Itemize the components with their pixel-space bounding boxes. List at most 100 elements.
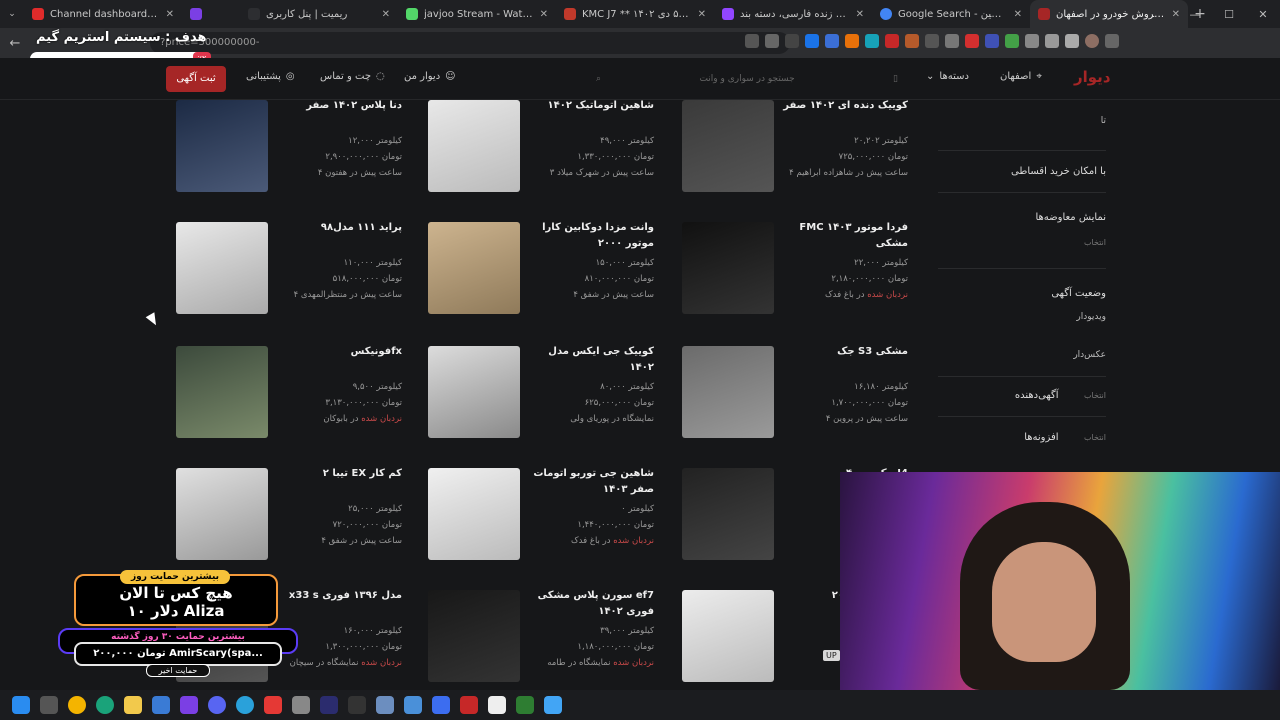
listing-card[interactable]: دنا پلاس ۱۴۰۲ صفر ۱۲,۰۰۰ کیلومتر ۲,۹۰۰,۰۰۰… <box>170 90 408 200</box>
tab-close-icon[interactable]: ✕ <box>382 9 390 20</box>
extension-icon[interactable] <box>825 34 839 48</box>
tab-7-active[interactable]: خرید و فروش خودرو در اصفهان✕ <box>1030 0 1188 28</box>
divar-logo[interactable]: دیوار <box>1074 68 1111 86</box>
extension-icon[interactable] <box>865 34 879 48</box>
taskbar-app-icon[interactable] <box>180 696 198 714</box>
taskbar-app-icon[interactable] <box>376 696 394 714</box>
taskbar-app-icon[interactable] <box>516 696 534 714</box>
tab-close-icon[interactable]: ✕ <box>166 9 174 20</box>
discord-icon[interactable] <box>208 696 226 714</box>
taskbar-app-icon[interactable] <box>152 696 170 714</box>
telegram-icon[interactable] <box>236 696 254 714</box>
extension-icon[interactable] <box>985 34 999 48</box>
listing-card[interactable]: تیبا ۲ EX کم کار ۲۵,۰۰۰ کیلومتر ۷۲۰,۰۰۰,۰۰… <box>170 458 408 568</box>
tab-4[interactable]: KMC J7 ** ۱۴۰۲ اصفهان - ۵ دی ✕ <box>556 0 714 28</box>
addons-filter[interactable]: انتخاب افزونه‌ها <box>938 432 1106 443</box>
taskbar-app-icon[interactable] <box>264 696 282 714</box>
my-divar-link[interactable]: دیوار من ☺ <box>404 71 456 82</box>
support-link[interactable]: پشتیبانی ◎ <box>246 71 295 82</box>
listing-title[interactable]: کوییک جی ایکس مدل ۱۴۰۲ <box>528 344 654 376</box>
listing-title[interactable]: FMC فردا موتور ۱۴۰۳ مشکی <box>782 220 908 252</box>
listing-title[interactable]: سورن پلاس مشکی ef7 ۱۴۰۲ فوری <box>528 588 654 620</box>
listing-title[interactable]: جک S3 مشکی <box>782 344 908 360</box>
taskbar-app-icon[interactable] <box>488 696 506 714</box>
listing-photo[interactable] <box>176 468 268 560</box>
listing-title[interactable]: شاهین اتوماتیک ۱۴۰۲ <box>528 98 654 114</box>
listing-title[interactable]: کوییک دنده ای ۱۴۰۲ صفر <box>782 98 908 114</box>
listing-title[interactable]: پراید ۱۱۱ مدل۹۸ <box>276 220 402 236</box>
listing-card[interactable]: سورن پلاس مشکی ef7 ۱۴۰۲ فوری ۳۹,۰۰۰ کیلوم… <box>422 580 660 690</box>
tab-close-icon[interactable]: ✕ <box>856 9 864 20</box>
listing-photo[interactable] <box>428 590 520 682</box>
listing-photo[interactable] <box>176 222 268 314</box>
listing-card[interactable]: فونیکسfx ۹,۵۰۰ کیلومتر ۳,۱۳۰,۰۰۰,۰۰۰ تومان… <box>170 336 408 446</box>
edge-icon[interactable] <box>96 696 114 714</box>
listing-photo[interactable] <box>428 100 520 192</box>
listing-title[interactable]: فونیکسfx <box>276 344 402 360</box>
extension-icon[interactable] <box>905 34 919 48</box>
menu-icon[interactable] <box>1105 34 1119 48</box>
listing-card[interactable]: وانت مزدا دوکابین کارا موتور ۲۰۰۰ ۱۵۰,۰۰۰… <box>422 212 660 322</box>
shield-icon[interactable] <box>1045 34 1059 48</box>
listing-card[interactable]: جک S3 مشکی ۱۶,۱۸۰ کیلومتر ۱,۷۰۰,۰۰۰,۰۰۰ تو… <box>676 336 914 446</box>
listing-photo[interactable] <box>428 468 520 560</box>
show-exchanges-filter[interactable]: نمایش معاوضه‌ها <box>938 212 1106 223</box>
tab-close-icon[interactable]: ✕ <box>1014 9 1022 20</box>
has-video-toggle[interactable]: ویدیودار <box>938 312 1106 322</box>
listing-photo[interactable] <box>682 222 774 314</box>
listing-card[interactable]: شاهین اتوماتیک ۱۴۰۲ ۴۹,۰۰۰ کیلومتر ۱,۳۳۰,۰… <box>422 90 660 200</box>
extension-icon[interactable] <box>805 34 819 48</box>
city-selector[interactable]: اصفهان ⌖ <box>1000 71 1042 82</box>
listing-card[interactable]: پراید ۱۱۱ مدل۹۸ ۱۱۰,۰۰۰ کیلومتر ۵۱۸,۰۰۰,۰۰… <box>170 212 408 322</box>
tab-search-button[interactable]: ⌄ <box>0 0 24 28</box>
puzzle-icon[interactable] <box>1065 34 1079 48</box>
chat-link[interactable]: چت و تماس ◌ <box>320 71 385 82</box>
exchanges-select[interactable]: انتخاب <box>938 238 1106 248</box>
listing-photo[interactable] <box>428 346 520 438</box>
listing-photo[interactable] <box>176 346 268 438</box>
star-icon[interactable] <box>765 34 779 48</box>
install-icon[interactable] <box>745 34 759 48</box>
listing-photo[interactable] <box>176 100 268 192</box>
extension-icon[interactable] <box>785 34 799 48</box>
minimize-button[interactable]: — <box>1178 8 1212 21</box>
price-to-field[interactable]: تا <box>938 116 1106 126</box>
extension-icon[interactable] <box>1025 34 1039 48</box>
listing-title[interactable]: تیبا ۲ EX کم کار <box>276 466 402 482</box>
extension-icon[interactable] <box>1005 34 1019 48</box>
listing-card[interactable]: شاهین جی توربو اتومات صفر ۱۴۰۳ ۰ کیلومتر ۱… <box>422 458 660 568</box>
extension-icon[interactable] <box>885 34 899 48</box>
taskbar-app-icon[interactable] <box>544 696 562 714</box>
profile-icon[interactable] <box>1085 34 1099 48</box>
taskbar-app-icon[interactable] <box>404 696 422 714</box>
bookmark-icon[interactable]: ▯ <box>893 74 898 84</box>
close-window-button[interactable]: ✕ <box>1246 8 1280 21</box>
listing-title[interactable]: وانت مزدا دوکابین کارا موتور ۲۰۰۰ <box>528 220 654 252</box>
listing-title[interactable]: شاهین جی توربو اتومات صفر ۱۴۰۳ <box>528 466 654 498</box>
tab-close-icon[interactable]: ✕ <box>698 9 706 20</box>
listing-card[interactable]: کوییک دنده ای ۱۴۰۲ صفر ۲۰,۲۰۲ کیلومتر ۷۲۵,… <box>676 90 914 200</box>
listing-photo[interactable] <box>428 222 520 314</box>
extension-icon[interactable] <box>845 34 859 48</box>
taskbar-app-icon[interactable] <box>460 696 478 714</box>
installment-toggle[interactable]: با امکان خرید اقساطی <box>938 166 1106 177</box>
terminal-icon[interactable] <box>348 696 366 714</box>
tab-5[interactable]: استریم های زنده فارسی، دسته بند ✕ <box>714 0 872 28</box>
listing-card[interactable]: FMC فردا موتور ۱۴۰۳ مشکی ۲۲,۰۰۰ کیلومتر ۲,… <box>676 212 914 322</box>
extension-icon[interactable] <box>965 34 979 48</box>
search-input[interactable]: ⌕ جستجو در سواری و وانت ▯ <box>588 67 906 91</box>
tab-0[interactable]: Channel dashboard - YouTube ✕ <box>24 0 182 28</box>
windows-start-icon[interactable] <box>12 696 30 714</box>
chrome-icon[interactable] <box>68 696 86 714</box>
tab-1[interactable] <box>182 0 240 28</box>
tab-3[interactable]: javjoo Stream - Watch Live on ✕ <box>398 0 556 28</box>
back-arrow-icon[interactable]: ← <box>0 36 30 51</box>
listing-photo[interactable] <box>682 590 774 682</box>
taskbar-app-icon[interactable] <box>292 696 310 714</box>
listing-photo[interactable] <box>682 100 774 192</box>
advertiser-filter[interactable]: انتخاب آگهی‌دهنده <box>938 390 1106 401</box>
has-photo-toggle[interactable]: عکس‌دار <box>938 350 1106 360</box>
tab-6[interactable]: Google Search - خرید ماشین ✕ <box>872 0 1030 28</box>
premiere-icon[interactable] <box>320 696 338 714</box>
url-input[interactable]: ?price=500000000- <box>150 32 790 54</box>
